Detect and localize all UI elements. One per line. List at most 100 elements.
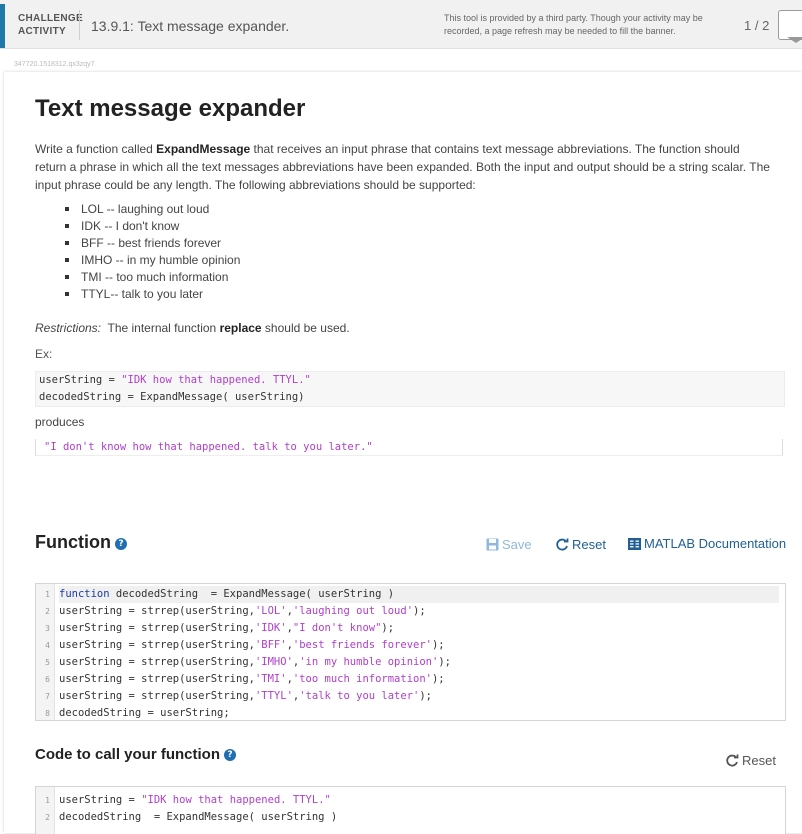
restrictions-func: replace bbox=[219, 321, 262, 335]
produces-label: produces bbox=[35, 415, 85, 429]
call-code-editor[interactable]: 1 userString = "IDK how that happened. T… bbox=[35, 786, 786, 834]
code-line[interactable]: 7 userString = strrep(userString,'TTYL',… bbox=[36, 688, 785, 705]
line-number: 4 bbox=[45, 641, 50, 650]
line-number: 7 bbox=[45, 692, 50, 701]
line-number: 2 bbox=[45, 813, 50, 822]
code-string: 'IDK' bbox=[254, 622, 287, 634]
line-number: 5 bbox=[45, 658, 50, 667]
example-line-2: decodedString = ExpandMessage( userStrin… bbox=[39, 391, 305, 403]
code-string: 'best friends forever' bbox=[292, 639, 432, 651]
reset-label: Reset bbox=[572, 537, 606, 552]
code-pre: userString = strrep(userString, bbox=[59, 622, 255, 634]
problem-description: Write a function called ExpandMessage th… bbox=[35, 140, 770, 194]
code-string: 'BFF' bbox=[254, 639, 287, 651]
doc-label: MATLAB Documentation bbox=[644, 536, 787, 551]
save-button[interactable]: Save bbox=[486, 537, 532, 554]
reset-call-button[interactable]: Reset bbox=[726, 753, 776, 770]
call-heading-text: Code to call your function bbox=[35, 746, 221, 763]
code-pre: userString = strrep(userString, bbox=[59, 656, 255, 668]
code-string: 'laughing out loud' bbox=[292, 605, 414, 617]
activity-type-line1: CHALLENGE bbox=[18, 13, 83, 24]
code-text: userString = strrep(userString,'IMHO','i… bbox=[59, 654, 451, 671]
save-icon bbox=[486, 538, 499, 554]
code-keyword: function bbox=[59, 588, 110, 600]
example-code: userString = "IDK how that happened. TTY… bbox=[35, 371, 785, 407]
example-line-1: userString = "IDK how that happened. TTY… bbox=[36, 372, 784, 389]
code-string: "I don't know" bbox=[292, 622, 382, 634]
function-name: ExpandMessage bbox=[156, 142, 251, 156]
code-text: userString = strrep(userString,'TTYL','t… bbox=[59, 688, 432, 705]
activity-type-label: CHALLENGE ACTIVITY bbox=[18, 12, 83, 38]
code-line[interactable]: 2 decodedString = ExpandMessage( userStr… bbox=[36, 809, 785, 826]
code-line[interactable]: 1 function decodedString = ExpandMessage… bbox=[36, 586, 785, 603]
next-page-tab[interactable] bbox=[778, 10, 802, 43]
refresh-icon bbox=[556, 538, 569, 554]
code-string: "IDK how that happened. TTYL." bbox=[121, 374, 311, 386]
function-code-editor[interactable]: 1 function decodedString = ExpandMessage… bbox=[35, 583, 786, 721]
code-pre: userString = strrep(userString, bbox=[59, 639, 255, 651]
abbreviation-list: LOL -- laughing out loud IDK -- I don't … bbox=[62, 201, 240, 303]
code-pre: userString = strrep(userString, bbox=[59, 673, 255, 685]
list-item: TMI -- too much information bbox=[62, 269, 240, 286]
reset-button[interactable]: Reset bbox=[556, 537, 606, 554]
code-text: userString = strrep(userString,'TMI','to… bbox=[59, 671, 445, 688]
list-item: BFF -- best friends forever bbox=[62, 235, 240, 252]
code-post: ); bbox=[431, 639, 445, 651]
description-text: Write a function called bbox=[35, 142, 157, 156]
refresh-icon bbox=[726, 754, 739, 770]
call-code-heading: Code to call your function? bbox=[35, 746, 237, 763]
code-line[interactable]: 8 decodedString = userString; bbox=[36, 705, 785, 720]
code-post: ); bbox=[438, 656, 451, 668]
code-pre: userString = bbox=[59, 794, 142, 806]
line-number: 1 bbox=[45, 796, 50, 805]
code-text: function decodedString = ExpandMessage( … bbox=[59, 586, 779, 603]
reset-label: Reset bbox=[742, 753, 776, 768]
code-line[interactable]: 3 userString = strrep(userString,'IDK',"… bbox=[36, 620, 785, 637]
function-heading-text: Function bbox=[35, 532, 111, 552]
list-item: LOL -- laughing out loud bbox=[62, 201, 240, 218]
list-item: IDK -- I don't know bbox=[62, 218, 240, 235]
code-line[interactable]: 1 userString = "IDK how that happened. T… bbox=[36, 792, 785, 809]
code-text: userString = strrep(userString,'IDK',"I … bbox=[59, 620, 394, 637]
code-line[interactable]: 2 userString = strrep(userString,'LOL','… bbox=[36, 603, 785, 620]
line-number: 3 bbox=[45, 624, 50, 633]
code-text: userString = strrep(userString,'LOL','la… bbox=[59, 603, 426, 620]
code-string: 'talk to you later' bbox=[299, 690, 420, 702]
line-number: 2 bbox=[45, 607, 50, 616]
code-string: 'TTYL' bbox=[254, 690, 293, 702]
help-icon[interactable]: ? bbox=[114, 538, 127, 550]
problem-title: Text message expander bbox=[35, 95, 306, 122]
activity-type-line2: ACTIVITY bbox=[18, 26, 66, 37]
code-string: 'LOL' bbox=[254, 605, 287, 617]
list-item: IMHO -- in my humble opinion bbox=[62, 252, 240, 269]
activity-id: 347720.1518312.qx3zqy7 bbox=[14, 61, 95, 68]
activity-title: 13.9.1: Text message expander. bbox=[91, 18, 290, 34]
line-number: 6 bbox=[45, 675, 50, 684]
code-line[interactable]: 5 userString = strrep(userString,'IMHO',… bbox=[36, 654, 785, 671]
line-number: 8 bbox=[45, 709, 50, 718]
save-label: Save bbox=[502, 537, 532, 552]
code-string: "IDK how that happened. TTYL." bbox=[141, 794, 331, 806]
code-string: 'TMI' bbox=[254, 673, 287, 685]
code-text: userString = strrep(userString,'BFF','be… bbox=[59, 637, 445, 654]
help-icon[interactable]: ? bbox=[224, 749, 237, 761]
header-divider bbox=[79, 10, 80, 40]
restrictions-text-end: should be used. bbox=[261, 321, 350, 335]
code-string: 'in my humble opinion' bbox=[299, 656, 439, 668]
line-number: 1 bbox=[45, 590, 50, 599]
code-line[interactable]: 6 userString = strrep(userString,'TMI','… bbox=[36, 671, 785, 688]
code-post: ); bbox=[413, 605, 426, 617]
function-heading: Function? bbox=[35, 532, 127, 553]
code-post: ); bbox=[431, 673, 445, 685]
matlab-documentation-link[interactable]: MATLAB Documentation bbox=[628, 536, 786, 553]
list-item: TTYL-- talk to you later bbox=[62, 286, 240, 303]
code-text: decodedString = ExpandMessage( userStrin… bbox=[59, 811, 338, 823]
code-pre: userString = strrep(userString, bbox=[59, 690, 255, 702]
code-line[interactable]: 4 userString = strrep(userString,'BFF','… bbox=[36, 637, 785, 654]
code-text: userString = bbox=[39, 374, 122, 386]
code-text: userString = "IDK how that happened. TTY… bbox=[59, 792, 331, 809]
code-pre: userString = strrep(userString, bbox=[59, 605, 255, 617]
code-text-rest: decodedString = ExpandMessage( userStrin… bbox=[109, 588, 395, 600]
restrictions-text: The internal function bbox=[101, 321, 220, 335]
restrictions: Restrictions: The internal function repl… bbox=[35, 321, 350, 335]
